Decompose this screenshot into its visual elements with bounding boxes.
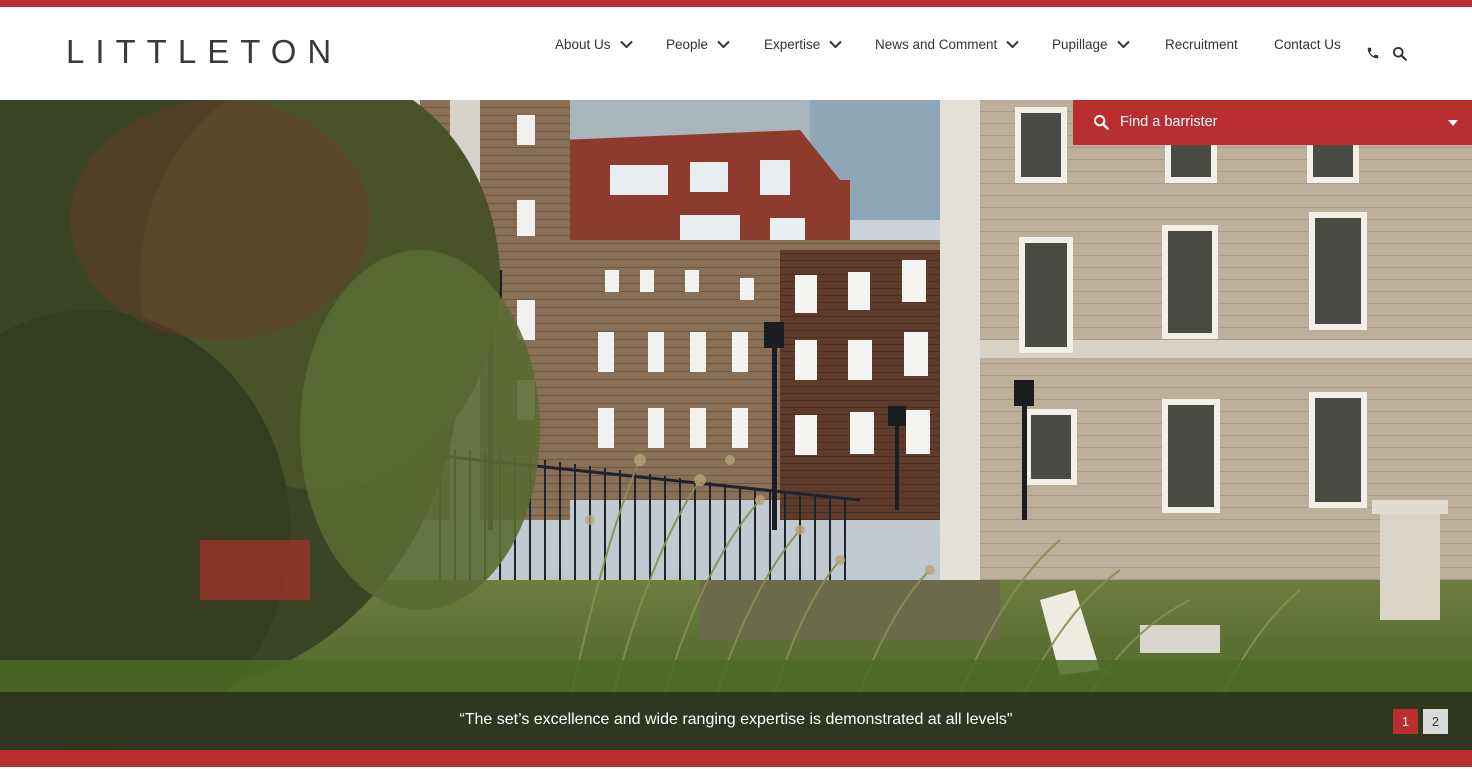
chevron-down-icon [1116,40,1130,49]
nav-item-pupillage[interactable]: Pupillage [1052,37,1130,52]
caret-down-icon [1448,120,1458,126]
nav-item-label: People [666,37,709,52]
nav-item-contact-us[interactable]: Contact Us [1274,37,1341,52]
phone-icon[interactable] [1366,46,1380,60]
chevron-down-icon [619,40,633,49]
hero-quote: “The set’s excellence and wide ranging e… [459,711,1013,728]
site-logo[interactable]: LITTLETON [66,33,342,71]
nav-item-label: About Us [555,37,611,52]
nav-item-expertise[interactable]: Expertise [764,37,842,52]
chevron-down-icon [829,40,842,49]
nav-item-recruitment[interactable]: Recruitment [1165,37,1238,52]
hero-quote-bar: “The set’s excellence and wide ranging e… [0,692,1472,750]
find-a-barrister-dropdown[interactable]: Find a barrister [1073,100,1472,145]
chevron-down-icon [717,40,730,49]
nav-item-label: Expertise [764,37,821,52]
search-icon [1094,115,1109,130]
nav-item-about-us[interactable]: About Us [555,37,633,52]
nav-item-label: Contact Us [1274,37,1341,52]
slide-1-button[interactable]: 1 [1393,709,1418,734]
nav-item-label: Recruitment [1165,37,1238,52]
top-accent-bar [0,0,1472,7]
search-icon[interactable] [1392,46,1407,61]
site-header: LITTLETON [0,7,1472,100]
chevron-down-icon [1006,40,1020,49]
nav-item-label: News and Comment [875,37,998,52]
nav-item-people[interactable]: People [666,37,730,52]
find-a-barrister-label: Find a barrister [1120,114,1218,130]
bottom-accent-bar [0,750,1472,769]
nav-item-news-and-comment[interactable]: News and Comment [875,37,1020,52]
hero-photo [0,100,1472,750]
slide-2-button[interactable]: 2 [1423,709,1448,734]
nav-item-label: Pupillage [1052,37,1108,52]
hero-banner [0,100,1472,750]
